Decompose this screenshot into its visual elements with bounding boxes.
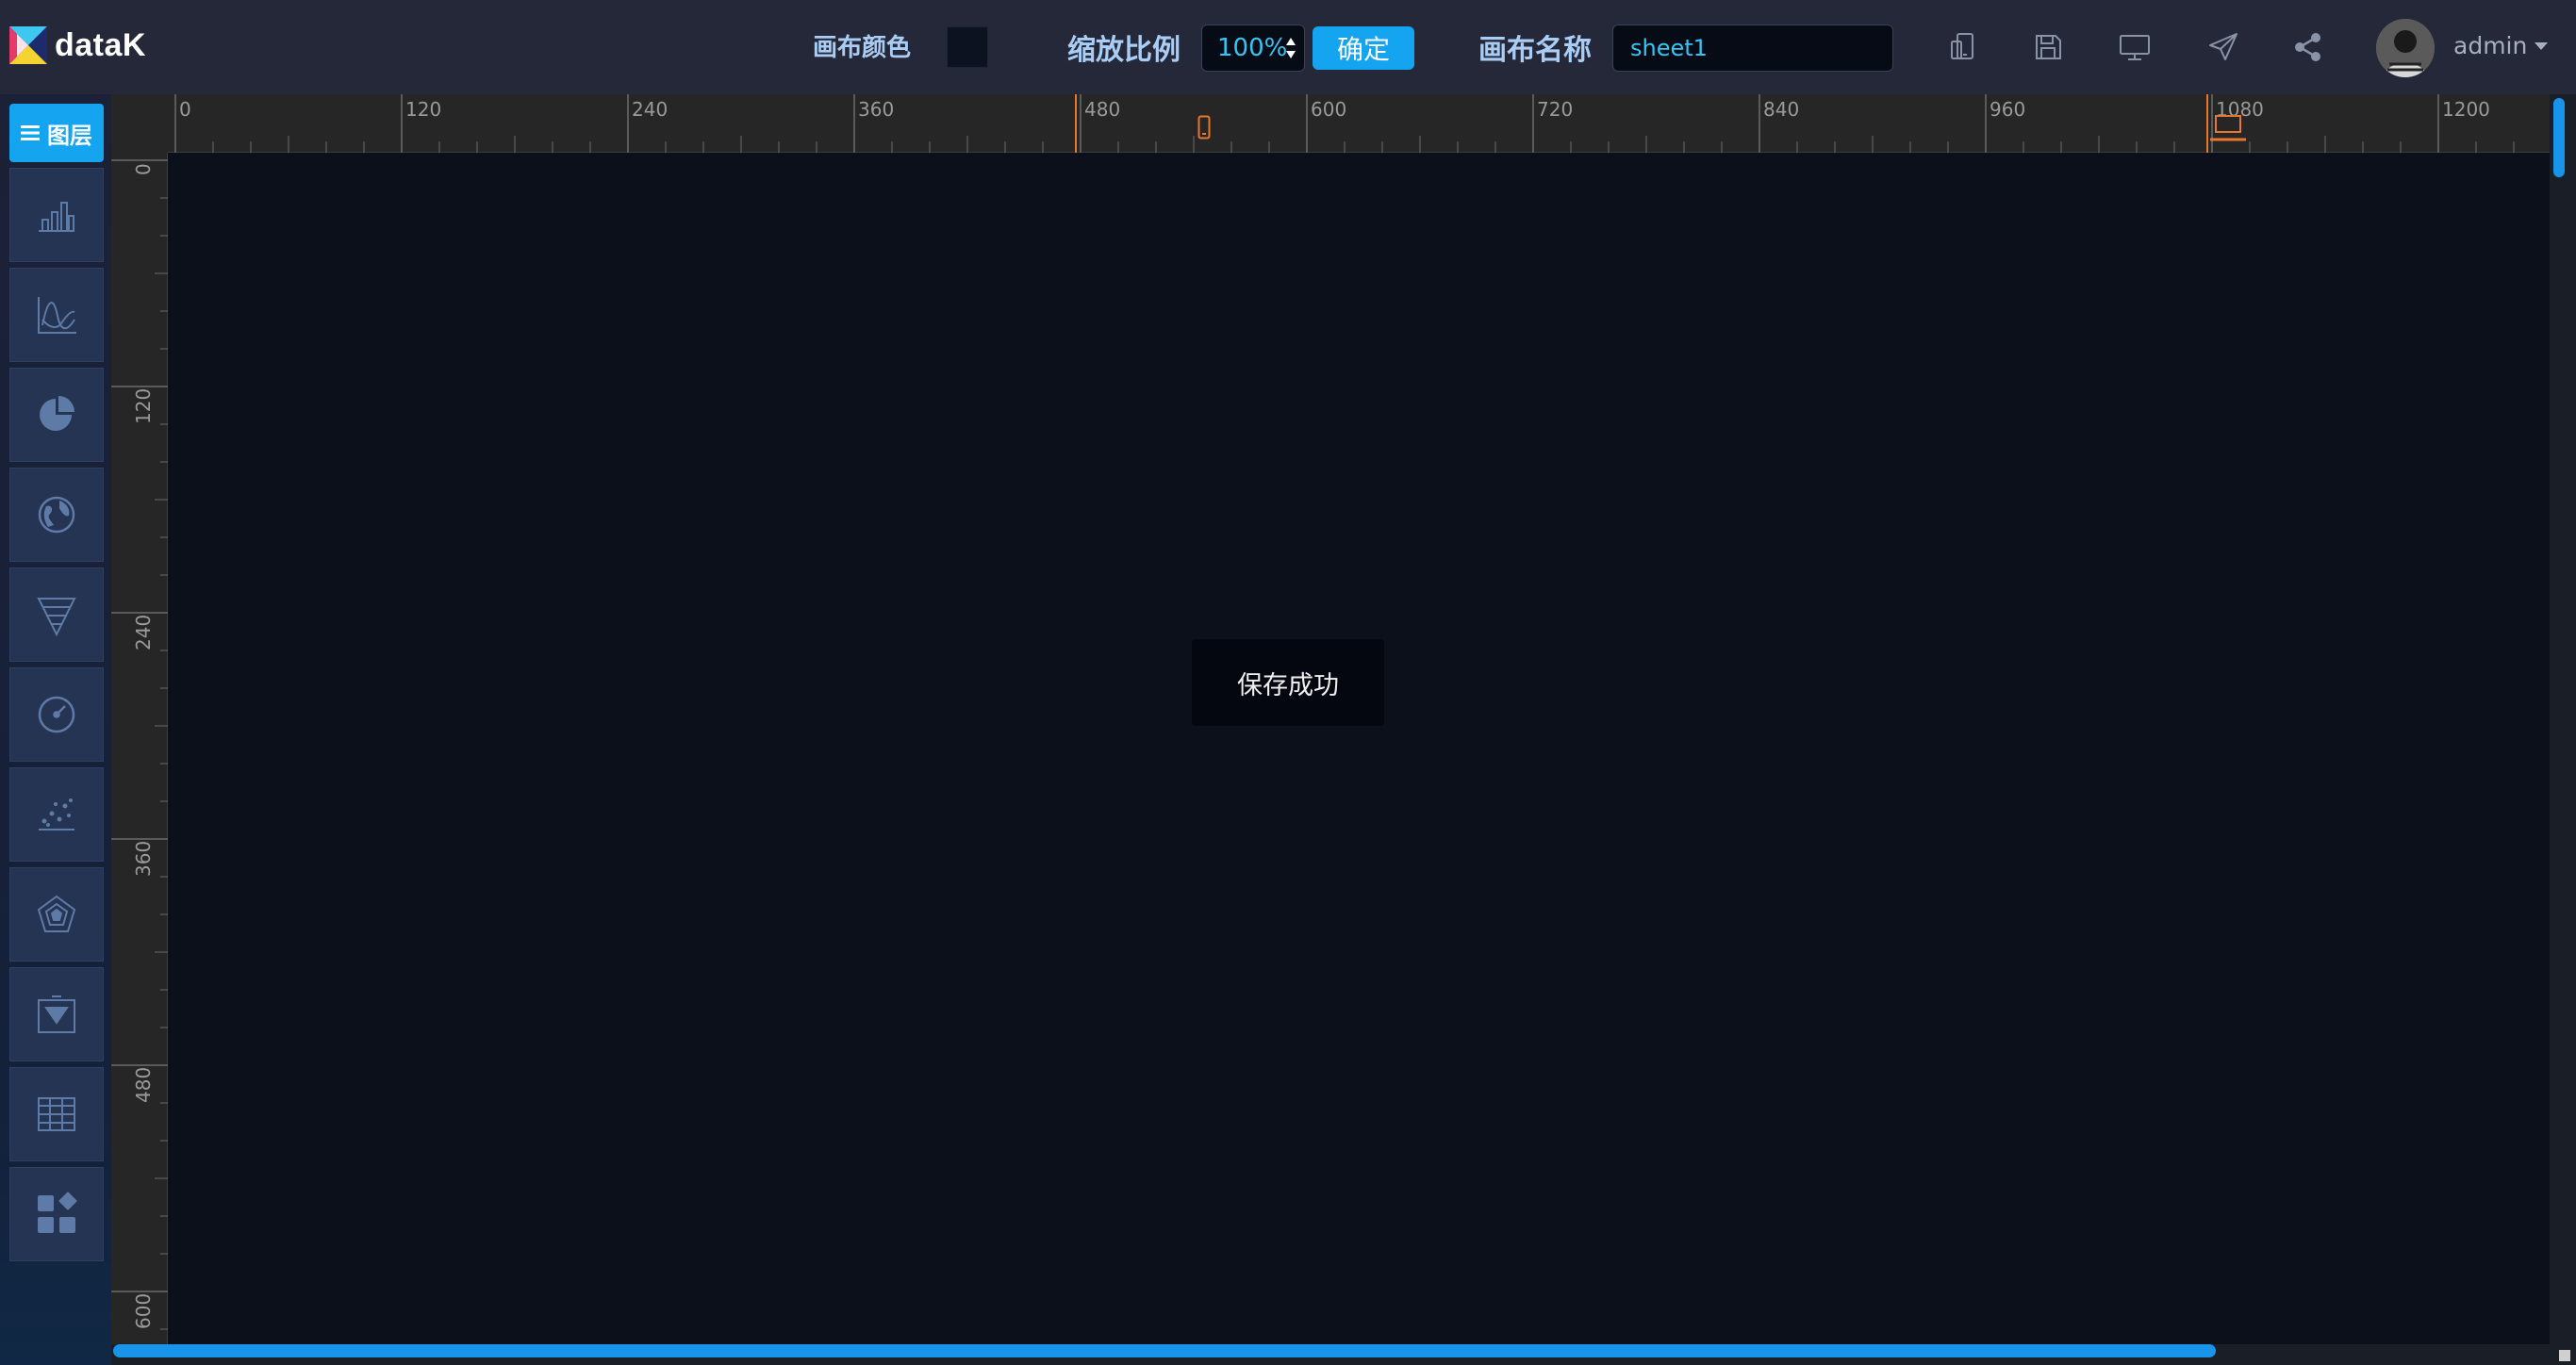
datak-logo-icon (9, 26, 47, 64)
resize-corner (2550, 1344, 2576, 1365)
ruler-label-h: 360 (858, 98, 895, 121)
chevron-down-icon (2535, 41, 2549, 50)
vertical-scrollbar-track[interactable] (2550, 94, 2576, 1344)
canvas-color-picker[interactable] (947, 26, 988, 68)
tool-gauge[interactable] (9, 667, 104, 762)
tool-pie-chart[interactable] (9, 368, 104, 462)
ruler-label-v: 120 (132, 387, 155, 424)
ruler-label-h: 840 (1763, 98, 1800, 121)
tool-line-chart[interactable] (9, 268, 104, 362)
vertical-ruler-ticks (111, 159, 168, 1330)
select-arrows-icon (1286, 38, 1296, 58)
vertical-scrollbar-thumb[interactable] (2553, 98, 2565, 177)
tool-funnel[interactable] (9, 567, 104, 662)
ruler-label-h: 0 (179, 98, 191, 121)
radar-icon (37, 895, 76, 932)
funnel-icon (37, 598, 76, 637)
save-success-toast: 保存成功 (1192, 639, 1384, 726)
ruler-label-v: 600 (132, 1292, 155, 1329)
canvas-color-label: 画布颜色 (813, 34, 912, 62)
pie-chart-icon (40, 396, 74, 431)
tool-bar-chart[interactable] (9, 168, 104, 262)
save-icon[interactable] (2031, 30, 2065, 64)
device-switch-icon[interactable] (1946, 30, 1980, 64)
menu-icon (21, 125, 40, 140)
ruler-label-h: 1200 (2442, 98, 2490, 121)
layer-label: 图层 (47, 122, 92, 149)
ruler-label-h: 720 (1537, 98, 1574, 121)
tool-filter-widget[interactable] (9, 967, 104, 1061)
ruler-label-h: 120 (405, 98, 442, 121)
ruler-label-h: 960 (1990, 98, 2026, 121)
tool-map[interactable] (9, 468, 104, 562)
globe-map-icon (38, 496, 75, 534)
component-sidebar: 图层 (0, 94, 111, 1365)
line-chart-icon (38, 297, 76, 334)
zoom-value: 100% (1217, 34, 1288, 62)
design-canvas[interactable] (168, 153, 2550, 1344)
avatar-image-icon (2376, 19, 2435, 77)
ruler-label-h: 480 (1084, 98, 1121, 121)
username-text: admin (2453, 32, 2528, 59)
top-header: dataK 画布颜色 缩放比例 100% 确定 画布名称 sheet1 admi… (0, 0, 2576, 94)
publish-icon[interactable] (2206, 30, 2240, 64)
tool-widgets[interactable] (9, 1167, 104, 1261)
bar-chart-icon (39, 202, 74, 232)
user-avatar[interactable] (2376, 19, 2435, 77)
ruler-label-h: 600 (1311, 98, 1347, 121)
laptop-marker-icon[interactable] (2208, 111, 2248, 143)
app-logo[interactable]: dataK (9, 26, 146, 64)
tool-radar[interactable] (9, 867, 104, 962)
table-icon (38, 1097, 75, 1131)
zoom-select[interactable]: 100% (1201, 25, 1305, 72)
tool-table[interactable] (9, 1067, 104, 1161)
layer-toggle-button[interactable]: 图层 (9, 104, 104, 162)
horizontal-ruler[interactable]: 0 120 240 360 480 600 720 840 960 1080 1200 (111, 94, 2550, 153)
phone-marker-icon[interactable] (1197, 115, 1211, 140)
widgets-icon (38, 1192, 77, 1233)
ruler-label-v: 360 (132, 840, 155, 877)
phone-guide-line (1075, 94, 1077, 153)
zoom-label: 缩放比例 (1067, 34, 1181, 67)
canvas-name-label: 画布名称 (1478, 34, 1592, 67)
app-name: dataK (55, 26, 146, 63)
canvas-name-input[interactable] (1612, 25, 1893, 72)
user-menu[interactable]: admin (2453, 32, 2549, 59)
ruler-label-h: 240 (632, 98, 669, 121)
ruler-label-v: 0 (132, 163, 155, 175)
tool-scatter[interactable] (9, 767, 104, 862)
share-icon[interactable] (2291, 30, 2325, 64)
preview-icon[interactable] (2118, 30, 2152, 64)
vertical-ruler[interactable]: 0 120 240 360 480 600 (111, 153, 168, 1344)
scatter-icon (39, 798, 74, 831)
ruler-label-v: 240 (132, 614, 155, 650)
zoom-confirm-button[interactable]: 确定 (1313, 26, 1414, 70)
horizontal-scrollbar-thumb[interactable] (113, 1344, 2216, 1357)
filter-widget-icon (38, 995, 75, 1033)
ruler-label-v: 480 (132, 1066, 155, 1103)
ruler-corner (111, 94, 168, 153)
gauge-icon (38, 696, 75, 733)
